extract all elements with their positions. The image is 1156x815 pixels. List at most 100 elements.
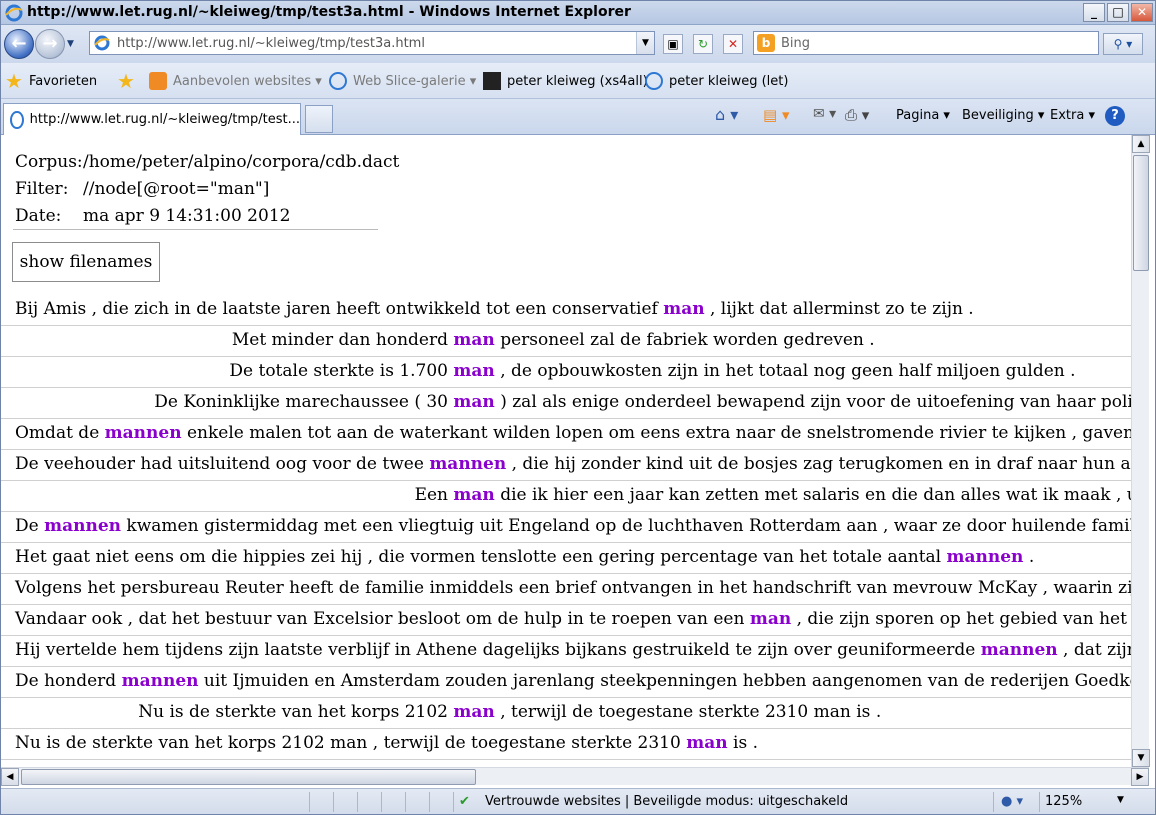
fav-item-webslice[interactable]: Web Slice-galerie ▾ [329,72,476,90]
horizontal-scrollbar[interactable]: ◀ ▶ [1,767,1149,786]
status-cell [357,792,358,812]
keyword-match: man [453,392,495,412]
status-cell [453,792,454,812]
zone-status[interactable]: Vertrouwde websites | Beveiligde modus: … [485,794,848,809]
line-pre: Met minder dan honderd [231,330,448,350]
scroll-right-icon[interactable]: ▶ [1131,768,1149,786]
beveiliging-menu[interactable]: Beveiliging ▾ [962,108,1044,123]
corpus-key: Corpus: [15,152,83,172]
help-icon[interactable]: ? [1105,106,1125,126]
add-favorite-icon[interactable]: ★ [117,71,135,91]
fav-item-aanbevolen[interactable]: Aanbevolen websites ▾ [149,72,322,90]
back-button[interactable]: ← [4,29,34,59]
fav-label: peter kleiweg (xs4all) [507,73,648,89]
home-icon[interactable]: ⌂ ▾ [715,105,738,124]
new-tab-button[interactable] [305,105,333,133]
line-post: is . [733,733,758,753]
suggested-sites-icon [149,72,167,90]
concordance-lines: Bij Amis , die zich in de laatste jaren … [1,295,1131,760]
line-post: , terwijl de toegestane sterkte 2310 man… [500,702,882,722]
favorites-button[interactable]: ★ Favorieten [5,71,97,91]
show-filenames-button[interactable]: show filenames [12,242,160,282]
keyword-match: mannen [980,640,1058,660]
search-placeholder[interactable]: Bing [781,36,810,51]
concordance-line: Nu is de sterkte van het korps 2102 man … [1,729,1131,760]
line-pre: Omdat de [15,423,100,443]
vertical-scrollbar[interactable]: ▲ ▼ [1131,135,1150,767]
line-text: Vandaar ook , dat het bestuur van Excels… [15,605,1131,633]
page-ie-icon [94,35,110,51]
status-cell [309,792,310,812]
zoom-level[interactable]: 125% [1045,794,1082,809]
line-pre: Nu is de sterkte van het korps 2102 man … [15,733,681,753]
line-pre: De honderd [15,671,117,691]
rss-icon[interactable]: ▤ ▾ [763,106,789,124]
address-dropdown-icon[interactable]: ▼ [636,32,654,54]
keyword-match: mannen [104,423,182,443]
maximize-button[interactable]: □ [1107,3,1129,22]
compatibility-view-icon[interactable]: ▣ [663,34,683,54]
zoom-dropdown-icon[interactable]: ▼ [1117,795,1124,805]
date-key: Date: [15,206,62,226]
concordance-line: De mannen kwamen gistermiddag met een vl… [1,512,1131,543]
search-button[interactable]: ⚲ ▾ [1103,33,1143,55]
status-cell [1039,792,1040,812]
status-cell [993,792,994,812]
history-dropdown-icon[interactable]: ▼ [67,39,74,49]
forward-button[interactable]: → [35,29,65,59]
browser-window: http://www.let.rug.nl/~kleiweg/tmp/test3… [0,0,1156,815]
line-post: kwamen gistermiddag met een vliegtuig ui… [126,516,1131,536]
keyword-match: man [686,733,728,753]
mail-icon[interactable]: ✉ ▾ [813,106,836,122]
vertical-scroll-thumb[interactable] [1133,155,1149,271]
line-text: Volgens het persbureau Reuter heeft de f… [15,574,1131,602]
fav-item-xs4all[interactable]: peter kleiweg (xs4all) [483,72,648,90]
keyword-match: mannen [946,547,1024,567]
pagina-menu[interactable]: Pagina ▾ [896,108,950,123]
url-text[interactable]: http://www.let.rug.nl/~kleiweg/tmp/test3… [117,36,636,51]
line-text: De Koninklijke marechaussee ( 30 man ) z… [154,388,1131,416]
concordance-line: Nu is de sterkte van het korps 2102 man … [1,698,1131,729]
line-pre: De veehouder had uitsluitend oog voor de… [15,454,424,474]
status-bar: ✔ Vertrouwde websites | Beveiligde modus… [1,788,1155,814]
line-post: , die hij zonder kind uit de bosjes zag … [511,454,1131,474]
status-cell [429,792,430,812]
print-icon[interactable]: ⎙ ▾ [845,106,869,124]
line-post: , dat zijn Griekse vri [1063,640,1131,660]
scroll-down-icon[interactable]: ▼ [1132,749,1150,767]
line-pre: Vandaar ook , dat het bestuur van Excels… [15,609,745,629]
xs4all-icon [483,72,501,90]
globe-icon[interactable]: ● ▾ [1001,794,1023,809]
address-bar[interactable]: http://www.let.rug.nl/~kleiweg/tmp/test3… [89,31,655,55]
tab-label: http://www.let.rug.nl/~kleiweg/tmp/test.… [29,112,300,127]
close-button[interactable]: ✕ [1131,3,1153,22]
stop-icon[interactable]: ✕ [723,34,743,54]
tab-bar: http://www.let.rug.nl/~kleiweg/tmp/test.… [1,99,1155,135]
line-text: Bij Amis , die zich in de laatste jaren … [15,295,974,323]
favorites-bar: ★ Favorieten ★ Aanbevolen websites ▾ Web… [1,63,1155,99]
line-pre: Nu is de sterkte van het korps 2102 [138,702,448,722]
search-box[interactable]: b Bing [753,31,1099,55]
extra-menu[interactable]: Extra ▾ [1050,108,1095,123]
minimize-button[interactable]: _ [1083,3,1105,22]
status-cell [405,792,406,812]
scroll-left-icon[interactable]: ◀ [1,768,19,786]
refresh-icon[interactable]: ↻ [693,34,713,54]
line-post: , de opbouwkosten zijn in het totaal nog… [500,361,1076,381]
concordance-line: Bij Amis , die zich in de laatste jaren … [1,295,1131,326]
line-text: Met minder dan honderd man personeel zal… [232,326,875,354]
line-pre: De Koninklijke marechaussee ( 30 [154,392,448,412]
fav-label: Aanbevolen websites ▾ [173,73,322,89]
concordance-line: De Koninklijke marechaussee ( 30 man ) z… [1,388,1131,419]
line-pre: Het gaat niet eens om die hippies zei hi… [15,547,942,567]
line-post: , lijkt dat allerminst zo te zijn . [710,299,974,319]
line-post: . [1028,547,1035,567]
tab-current[interactable]: http://www.let.rug.nl/~kleiweg/tmp/test.… [3,103,301,135]
bing-icon: b [757,34,775,52]
trusted-zone-icon: ✔ [459,794,470,809]
keyword-match: mannen [121,671,199,691]
scroll-up-icon[interactable]: ▲ [1132,135,1150,153]
fav-item-let[interactable]: peter kleiweg (let) [645,72,788,90]
horizontal-scroll-thumb[interactable] [21,769,476,785]
keyword-match: man [453,702,495,722]
